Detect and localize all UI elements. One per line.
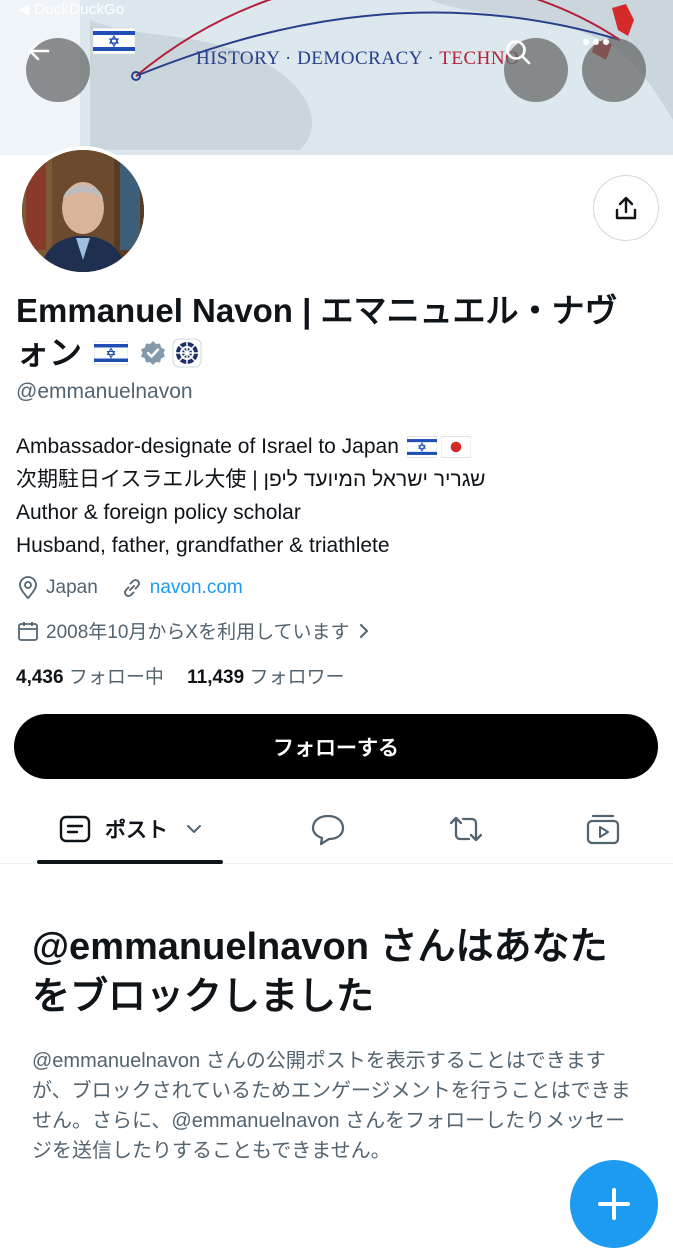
bio-line: Husband, father, grandfather & triathlet…: [16, 534, 390, 557]
share-button[interactable]: [593, 175, 659, 241]
browser-back-link[interactable]: ◀ DuckDuckGo: [18, 0, 124, 18]
tab-replies[interactable]: [310, 795, 346, 863]
location-pin-icon: [19, 576, 37, 600]
tab-media[interactable]: [585, 795, 621, 863]
profile-handle: @emmanuelnavon: [16, 380, 193, 403]
posts-icon: [59, 815, 91, 843]
joined-row[interactable]: 2008年10月からXを利用しています: [16, 617, 380, 644]
chevron-right-icon: [359, 623, 368, 638]
arrow-left-icon: [28, 41, 50, 61]
profile-tabs: ポスト: [0, 795, 673, 864]
bio-line: Author & foreign policy scholar: [16, 501, 301, 524]
avatar[interactable]: [18, 146, 148, 276]
repost-icon: [449, 816, 483, 842]
blocked-description: @emmanuelnavon さんの公開ポストを表示することはできますが、ブロッ…: [32, 1050, 631, 1162]
followers-link[interactable]: 11,439 フォロワー: [187, 667, 344, 688]
profile-bio: Ambassador-designate of Israel to Japan …: [16, 430, 486, 562]
following-link[interactable]: 4,436 フォロー中: [16, 667, 164, 688]
tab-posts-label: ポスト: [105, 819, 168, 842]
tab-reposts[interactable]: [447, 795, 485, 863]
search-button[interactable]: [504, 38, 568, 102]
back-button[interactable]: [26, 38, 90, 102]
profile-name: Emmanuel Navon | エマニュエル・ナヴ ォン: [16, 290, 656, 374]
follow-stats: 4,436 フォロー中 11,439 フォロワー: [16, 662, 345, 689]
israel-flag-icon: [92, 27, 136, 55]
active-tab-indicator: [37, 860, 223, 864]
israel-flag-icon: [94, 341, 128, 365]
calendar-icon: [18, 621, 38, 641]
follow-button[interactable]: フォローする: [14, 714, 658, 779]
location-text: Japan: [46, 577, 98, 598]
avatar-photo: [22, 150, 144, 272]
plus-icon: [598, 1188, 630, 1220]
link-icon: [123, 579, 140, 597]
tab-posts[interactable]: ポスト: [59, 795, 204, 863]
website-link[interactable]: navon.com: [150, 577, 243, 599]
bio-line: Ambassador-designate of Israel to Japan: [16, 435, 399, 458]
affiliation-badge-icon[interactable]: [172, 338, 202, 368]
profile-banner: HISTORY · DEMOCRACY · TECHNO ◀ DuckDuckG…: [0, 0, 673, 155]
profile-name-line1: Emmanuel Navon | エマニュエル・ナヴ: [16, 292, 618, 329]
search-icon: [506, 40, 531, 65]
bio-line: 次期駐日イスラエル大使 | שגריר ישראל המיועד ליפן: [16, 468, 486, 491]
reply-icon: [311, 814, 345, 846]
more-horizontal-icon: [583, 39, 609, 45]
more-options-button[interactable]: [582, 38, 646, 102]
chevron-down-icon: [187, 825, 201, 833]
blocked-title: @emmanuelnavon さんはあなたをブロックしました: [32, 926, 608, 1018]
media-icon: [586, 814, 620, 845]
verified-badge-icon[interactable]: [140, 340, 166, 366]
compose-post-button[interactable]: [570, 1160, 658, 1248]
profile-meta: Japan navon.com: [16, 576, 243, 600]
japan-flag-icon: [440, 435, 471, 458]
profile-name-line2: ォン: [16, 334, 82, 371]
israel-flag-icon: [406, 435, 437, 458]
joined-text: 2008年10月からXを利用しています: [46, 622, 350, 643]
banner-tagline: HISTORY · DEMOCRACY · TECHNO: [196, 48, 520, 69]
share-icon: [615, 196, 637, 220]
banner-map: [0, 0, 673, 155]
